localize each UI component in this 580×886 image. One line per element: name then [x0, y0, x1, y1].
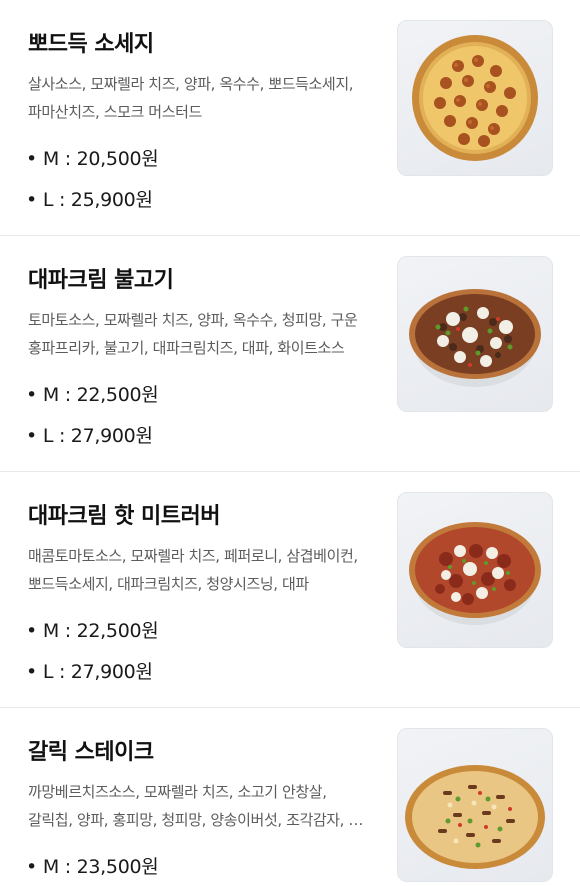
description-line: 갈릭칩, 양파, 홍피망, 청피망, 양송이버섯, 조각감자, … — [28, 811, 364, 829]
description-line: 파마산치즈, 스모크 머스터드 — [28, 103, 202, 121]
price-large: • L : 27,900원 — [26, 657, 153, 684]
price-large-text: L : 25,900원 — [42, 189, 153, 211]
menu-item[interactable]: 대파크림 핫 미트러버 매콤토마토소스, 모짜렐라 치즈, 페퍼로니, 삼겹베이… — [0, 472, 580, 708]
bullet: • — [26, 384, 37, 406]
description-line: 토마토소스, 모짜렐라 치즈, 양파, 옥수수, 청피망, 구운 — [28, 311, 358, 329]
bulgogi-pizza-icon[interactable] — [397, 256, 553, 412]
item-description: 까망베르치즈소스, 모짜렐라 치즈, 소고기 안창살, 갈릭칩, 양파, 홍피망… — [28, 778, 378, 834]
item-title: 대파크림 핫 미트러버 — [28, 504, 220, 529]
menu-item[interactable]: 뽀드득 소세지 살사소스, 모짜렐라 치즈, 양파, 옥수수, 뽀드득소세지, … — [0, 0, 580, 236]
bullet: • — [26, 620, 37, 642]
description-line: 뽀드득소세지, 대파크림치즈, 청양시즈닝, 대파 — [28, 575, 309, 593]
meat-lover-pizza-icon[interactable] — [397, 492, 553, 648]
price-medium-text: M : 22,500원 — [42, 620, 159, 642]
description-line: 까망베르치즈소스, 모짜렐라 치즈, 소고기 안창살, — [28, 783, 327, 801]
bullet: • — [26, 425, 37, 447]
menu-list: 뽀드득 소세지 살사소스, 모짜렐라 치즈, 양파, 옥수수, 뽀드득소세지, … — [0, 0, 580, 886]
menu-item[interactable]: 갈릭 스테이크 까망베르치즈소스, 모짜렐라 치즈, 소고기 안창살, 갈릭칩,… — [0, 708, 580, 886]
pizza-image — [409, 289, 541, 387]
price-large: • L : 25,900원 — [26, 185, 153, 212]
description-line: 매콤토마토소스, 모짜렐라 치즈, 페퍼로니, 삼겹베이컨, — [28, 547, 358, 565]
price-medium: • M : 22,500원 — [26, 616, 159, 643]
price-medium: • M : 22,500원 — [26, 380, 159, 407]
sausage-pizza-icon[interactable] — [397, 20, 553, 176]
item-title: 갈릭 스테이크 — [28, 740, 154, 765]
price-medium-text: M : 23,500원 — [42, 856, 159, 878]
item-description: 토마토소스, 모짜렐라 치즈, 양파, 옥수수, 청피망, 구운 홍파프리카, … — [28, 306, 378, 362]
menu-item[interactable]: 대파크림 불고기 토마토소스, 모짜렐라 치즈, 양파, 옥수수, 청피망, 구… — [0, 236, 580, 472]
garlic-steak-pizza-icon[interactable] — [397, 728, 553, 882]
price-medium-text: M : 20,500원 — [42, 148, 159, 170]
price-large: • L : 27,900원 — [26, 421, 153, 448]
item-description: 매콤토마토소스, 모짜렐라 치즈, 페퍼로니, 삼겹베이컨, 뽀드득소세지, 대… — [28, 542, 378, 598]
price-large-text: L : 27,900원 — [42, 661, 153, 683]
pizza-image — [409, 522, 541, 625]
price-medium-text: M : 22,500원 — [42, 384, 159, 406]
bullet: • — [26, 148, 37, 170]
item-description: 살사소스, 모짜렐라 치즈, 양파, 옥수수, 뽀드득소세지, 파마산치즈, 스… — [28, 70, 378, 126]
bullet: • — [26, 189, 37, 211]
bullet: • — [26, 856, 37, 878]
price-medium: • M : 20,500원 — [26, 144, 159, 171]
pizza-image — [405, 765, 545, 869]
item-title: 대파크림 불고기 — [28, 268, 174, 293]
description-line: 살사소스, 모짜렐라 치즈, 양파, 옥수수, 뽀드득소세지, — [28, 75, 354, 93]
pizza-image — [412, 35, 538, 161]
bullet: • — [26, 661, 37, 683]
price-large-text: L : 27,900원 — [42, 425, 153, 447]
item-title: 뽀드득 소세지 — [28, 32, 154, 57]
description-line: 홍파프리카, 불고기, 대파크림치즈, 대파, 화이트소스 — [28, 339, 345, 357]
price-medium: • M : 23,500원 — [26, 852, 159, 879]
